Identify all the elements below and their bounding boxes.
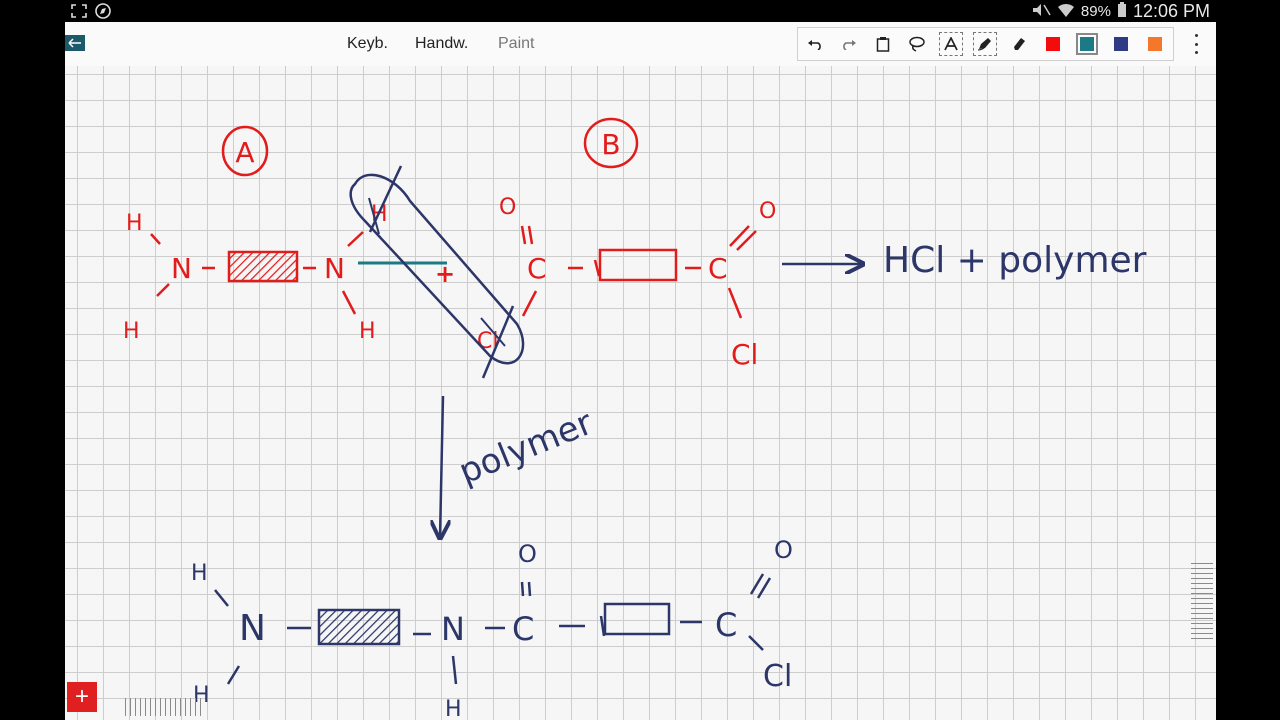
battery-percent: 89%: [1080, 3, 1111, 20]
tab-handwriting[interactable]: Handw.: [415, 35, 468, 53]
eraser-button[interactable]: [1002, 28, 1036, 60]
top-n-right: N: [324, 252, 345, 285]
orange-swatch: [1148, 37, 1162, 51]
bottom-h-upper: H: [191, 561, 208, 586]
top-h-under: H: [359, 319, 376, 344]
scroll-handle-right[interactable]: [1191, 563, 1213, 639]
color-teal-button[interactable]: [1070, 28, 1104, 60]
battery-icon: [1117, 1, 1127, 22]
clipboard-icon: [876, 37, 890, 52]
undo-icon: [808, 40, 821, 50]
label-b-text: B: [601, 128, 620, 161]
toolbar: Keyb. Handw. Paint: [65, 22, 1216, 66]
status-bar: 89% 12:06 PM: [0, 0, 1280, 22]
label-b: B: [583, 117, 639, 169]
bottom-o-right: O: [774, 536, 793, 564]
note-app: Keyb. Handw. Paint A B H N H N H O C Cl …: [65, 22, 1216, 720]
bottom-cl: Cl: [763, 659, 792, 694]
arrow-label-text: polymer: [453, 403, 598, 493]
wifi-icon: [1057, 2, 1075, 22]
label-a: A: [221, 125, 269, 177]
lasso-icon: [909, 36, 925, 52]
more-options-button[interactable]: [1189, 34, 1203, 54]
color-navy-button[interactable]: [1104, 28, 1138, 60]
handwriting-layer: A B H N H N H H O C Cl: [123, 117, 1147, 720]
screenshot-icon: [70, 3, 88, 24]
bottom-h-under: H: [445, 697, 462, 720]
arrow-left-icon: [68, 38, 81, 48]
top-h-upper: H: [126, 211, 143, 236]
scroll-handle-bottom[interactable]: [125, 698, 205, 716]
pen-tool-button[interactable]: [968, 28, 1002, 60]
color-red-button[interactable]: [1036, 28, 1070, 60]
teal-swatch: [1076, 33, 1098, 55]
text-tool-button[interactable]: [934, 28, 968, 60]
label-a-text: A: [235, 136, 254, 169]
bottom-c-left: C: [512, 610, 534, 648]
top-c-right: C: [708, 252, 728, 285]
mute-icon: [1031, 2, 1051, 22]
bottom-n-mid: N: [441, 610, 465, 648]
lasso-button[interactable]: [900, 28, 934, 60]
color-orange-button[interactable]: [1138, 28, 1172, 60]
text-a-icon: [944, 37, 958, 51]
status-right-icons: 89% 12:06 PM: [1031, 1, 1210, 22]
clock: 12:06 PM: [1132, 1, 1210, 21]
redo-icon: [843, 40, 856, 50]
clipboard-button[interactable]: [866, 28, 900, 60]
top-h-lower: H: [123, 319, 140, 344]
redo-button[interactable]: [832, 28, 866, 60]
products-text: HCl + polymer: [883, 240, 1147, 281]
drawing-canvas[interactable]: A B H N H N H H O C Cl: [65, 66, 1216, 720]
top-o-right: O: [759, 199, 776, 224]
tab-paint[interactable]: Paint: [498, 35, 534, 53]
bottom-c-right: C: [715, 606, 737, 644]
top-c-left: C: [527, 252, 547, 285]
bottom-n-left: N: [239, 608, 266, 649]
back-button[interactable]: [65, 35, 85, 51]
red-swatch: [1046, 37, 1060, 51]
pen-icon: [977, 38, 991, 51]
eraser-icon: [1014, 38, 1025, 50]
tab-keyboard[interactable]: Keyb.: [347, 35, 388, 53]
navy-swatch: [1114, 37, 1128, 51]
top-o-left: O: [499, 195, 516, 220]
bottom-o-left: O: [518, 540, 537, 568]
pen-toolbar: [797, 27, 1174, 61]
top-cl-right: Cl: [731, 338, 758, 371]
plus-icon: +: [74, 683, 89, 710]
add-page-button[interactable]: +: [67, 682, 97, 712]
top-n-left: N: [171, 252, 192, 285]
undo-button[interactable]: [798, 28, 832, 60]
